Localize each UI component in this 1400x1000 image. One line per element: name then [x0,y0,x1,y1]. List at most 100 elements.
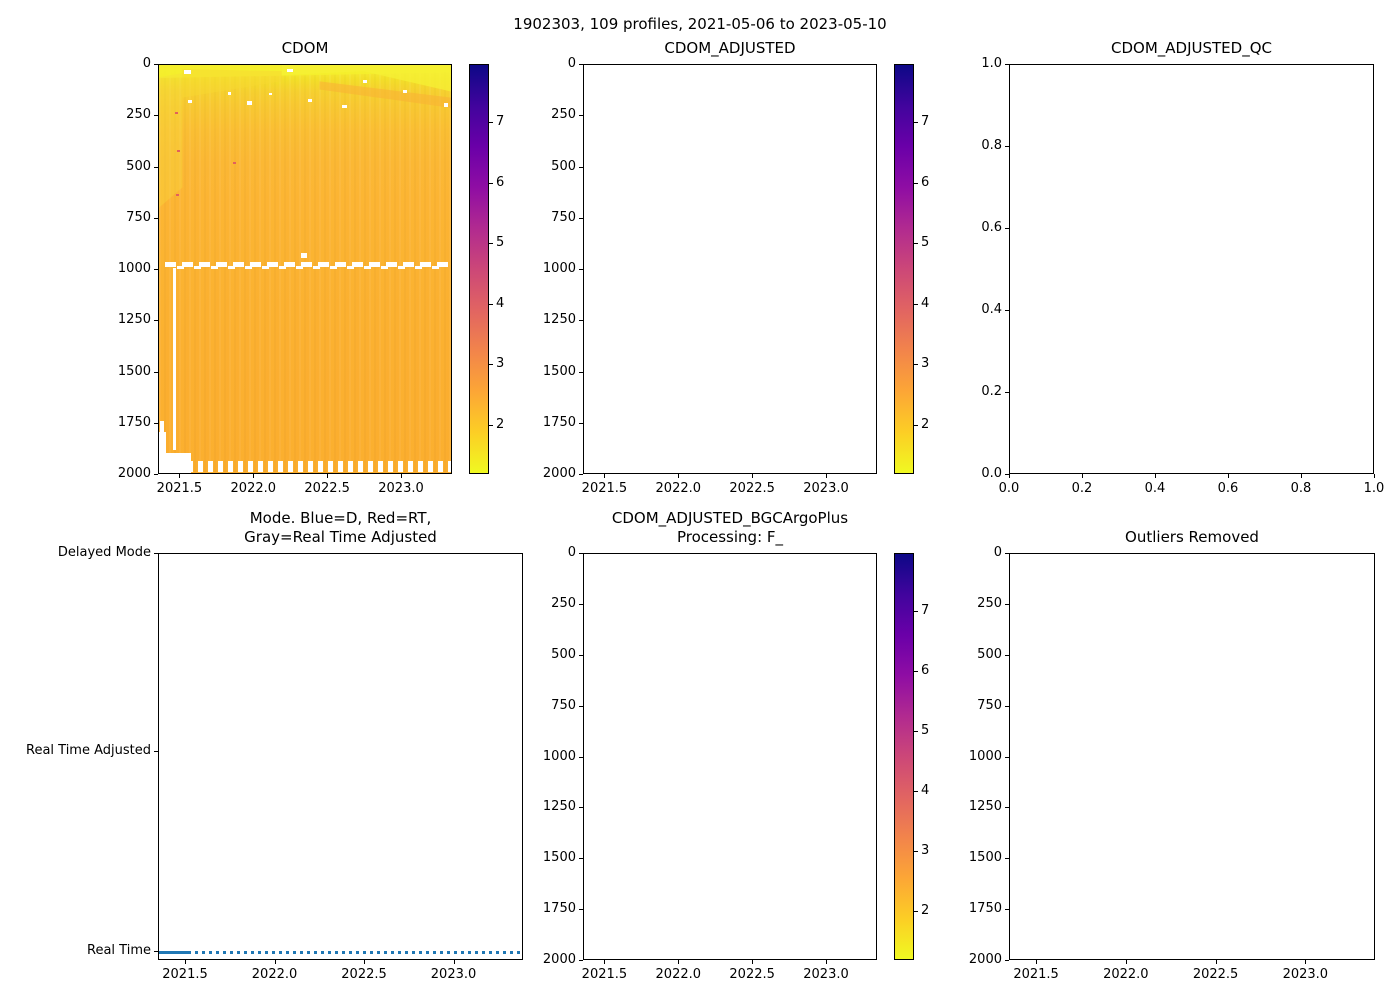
y-tick-bgc_processing [579,603,583,605]
mode-line-solid [159,951,188,955]
colorbar-tick [914,670,918,672]
y-tick-outliers_removed [1005,705,1009,707]
x-tick-label-outliers_removed: 2022.0 [1103,967,1149,982]
y-tick-label-bgc_processing: 1750 [542,901,576,917]
x-tick-mode [185,960,187,964]
y-tick-outliers_removed [1005,654,1009,656]
x-tick-cdom [327,474,329,478]
y-tick-label-bgc_processing: 1500 [542,850,576,866]
x-tick-label-bgc_processing: 2023.0 [803,967,849,982]
x-tick-label-cdom_adjusted_qc: 0.8 [1290,481,1312,496]
x-tick-cdom_adjusted_qc [1228,474,1229,478]
data-gap-dashes [188,461,451,473]
y-tick-label-cdom_adjusted_qc: 0.4 [981,302,1002,317]
y-tick-label-cdom_adjusted: 1750 [542,414,576,430]
y-tick-cdom_adjusted [579,217,583,219]
y-tick-cdom_adjusted_qc [1005,392,1009,393]
data-gap [160,420,164,433]
colorbar-tick [489,182,493,184]
colorbar-tick [914,122,918,124]
y-tick-label-cdom_adjusted_qc: 0.6 [981,220,1002,235]
y-tick-label-cdom_adjusted: 750 [551,209,576,225]
y-tick-bgc_processing [579,960,583,961]
x-tick-label-outliers_removed: 2021.5 [1013,967,1059,982]
x-tick-label-cdom: 2023.0 [378,481,424,496]
x-tick-cdom_adjusted_qc [1155,474,1156,478]
x-tick-label-cdom_adjusted: 2022.0 [655,481,702,496]
y-tick-label-outliers_removed: 250 [977,595,1002,611]
y-tick-label-cdom_adjusted: 250 [551,107,576,123]
y-tick-cdom [154,269,158,270]
colorbar-tick [489,303,493,305]
y-tick-outliers_removed [1005,909,1009,911]
x-tick-label-cdom_adjusted: 2023.0 [803,481,849,496]
x-tick-cdom_adjusted_qc [1009,474,1010,478]
data-gap [159,453,191,473]
y-tick-cdom_adjusted [579,115,583,117]
x-tick-bgc_processing [678,960,680,964]
heatmap-stripes [159,65,451,473]
y-tick-label-bgc_processing: 2000 [542,952,576,967]
colorbar-tick-label: 6 [496,174,505,190]
x-tick-bgc_processing [826,960,828,964]
axes-bgc_processing [583,553,877,960]
colorbar-tick-label: 4 [921,783,930,799]
data-gap-dashes [176,265,446,269]
y-tick-label-outliers_removed: 1000 [968,748,1002,764]
y-tick-label-bgc_processing: 1000 [542,748,576,764]
data-gap [187,100,192,104]
colorbar-tick [914,364,918,366]
colorbar-tick-label: 5 [921,235,930,251]
x-tick-label-cdom: 2022.5 [304,481,350,496]
colorbar-tick [489,243,493,245]
x-tick-mode [364,960,366,964]
y-tick-label-outliers_removed: 1750 [968,901,1002,917]
y-tick-label-bgc_processing: 0 [567,545,576,560]
y-cat-tick-mode [154,553,158,554]
y-tick-bgc_processing [579,553,583,554]
y-tick-label-outliers_removed: 1500 [968,850,1002,866]
axes-outliers_removed [1009,553,1375,960]
x-tick-label-mode: 2022.5 [341,967,387,982]
y-tick-cdom [154,320,158,322]
data-gap [287,69,294,73]
y-tick-cdom [154,166,158,168]
y-tick-label-cdom_adjusted_qc: 0.2 [981,384,1002,399]
y-tick-label-cdom: 2000 [117,466,151,481]
x-tick-label-outliers_removed: 2023.0 [1282,967,1329,982]
x-tick-label-cdom_adjusted: 2021.5 [581,481,628,496]
x-tick-label-mode: 2023.0 [430,967,477,982]
colorbar-tick-label: 3 [921,356,930,372]
x-tick-cdom_adjusted [678,474,680,478]
y-tick-outliers_removed [1005,858,1009,860]
colorbar-tick-label: 6 [921,662,930,678]
y-tick-cdom_adjusted [579,269,583,270]
x-tick-label-cdom_adjusted_qc: 0.2 [1071,481,1093,496]
x-tick-cdom_adjusted_qc [1082,474,1083,478]
axes-cdom_adjusted [583,64,877,474]
x-tick-cdom_adjusted [826,474,828,478]
y-tick-bgc_processing [579,705,583,707]
data-gap [402,90,408,94]
y-cat-label-mode: Real Time [87,943,151,959]
axes-title-bgc_processing: CDOM_ADJUSTED_BGCArgoPlus Processing: F_ [611,509,849,546]
y-tick-label-cdom: 0 [142,56,151,71]
y-tick-bgc_processing [579,654,583,656]
x-tick-label-bgc_processing: 2021.5 [581,967,628,982]
data-gap [443,103,449,107]
x-tick-bgc_processing [604,960,606,964]
x-tick-label-cdom_adjusted_qc: 0.4 [1144,481,1166,496]
outlier-speck [232,162,237,165]
y-tick-cdom_adjusted_qc [1005,228,1009,229]
y-tick-label-cdom: 750 [126,209,151,225]
y-tick-cdom [154,64,158,65]
axes-cdom_adjusted_qc [1009,64,1374,474]
colorbar-tick-label: 4 [496,295,505,311]
colorbar-tick [914,730,918,732]
outlier-speck [175,193,179,196]
x-tick-label-bgc_processing: 2022.0 [655,967,702,982]
x-tick-label-cdom_adjusted_qc: 1.0 [1363,481,1385,496]
colorbar-tick [914,182,918,184]
x-tick-label-cdom: 2021.5 [156,481,203,496]
data-gap [246,100,253,105]
